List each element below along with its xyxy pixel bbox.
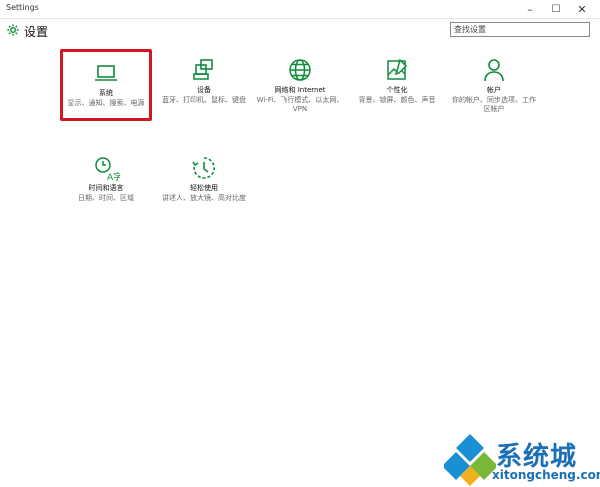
- tile-label: 设备: [197, 86, 211, 94]
- watermark: 系统城 xitongcheng.com: [440, 428, 600, 487]
- globe-icon: [289, 59, 311, 81]
- tile-label: 网络和 Internet: [274, 86, 326, 94]
- tile-network[interactable]: 网络和 Internet Wi-Fi、飞行模式、以太网、VPN: [254, 49, 346, 121]
- laptop-icon: [95, 65, 117, 81]
- tile-ease-of-access[interactable]: 轻松使用 讲述人、放大镜、高对比度: [158, 147, 250, 219]
- time-language-icon: A字: [95, 157, 120, 181]
- page-title: 设置: [24, 25, 49, 39]
- tile-devices[interactable]: 设备 蓝牙、打印机、鼠标、键盘: [158, 49, 250, 121]
- watermark-logo-icon: [444, 434, 496, 486]
- tile-label: 时间和语言: [88, 184, 124, 192]
- tile-description: 你的帐户、同步选项、工作区帐户: [452, 96, 536, 113]
- tile-description: 讲述人、放大镜、高对比度: [162, 194, 246, 202]
- minimize-button[interactable]: –: [517, 0, 543, 18]
- title-bar: Settings – ☐ ✕: [0, 0, 600, 19]
- tile-label: 轻松使用: [190, 184, 218, 192]
- devices-icon: [193, 59, 213, 80]
- svg-text:A字: A字: [107, 171, 120, 181]
- tile-label: 个性化: [386, 86, 408, 94]
- window-title: Settings: [6, 3, 39, 12]
- personalization-icon: [387, 58, 408, 80]
- maximize-button[interactable]: ☐: [543, 0, 569, 18]
- person-icon: [484, 59, 504, 82]
- gear-icon: [7, 24, 19, 36]
- tile-personalization[interactable]: 个性化 背景、锁屏、颜色、声音: [351, 49, 443, 121]
- close-button[interactable]: ✕: [569, 0, 595, 18]
- search-input[interactable]: [454, 23, 574, 36]
- tile-time-language[interactable]: A字 时间和语言 日期、时间、区域: [60, 147, 152, 219]
- tile-description: 显示、通知、搜索、电源: [67, 99, 145, 107]
- tile-description: 日期、时间、区域: [78, 194, 134, 202]
- settings-header: 设置: [0, 19, 600, 43]
- tile-description: Wi-Fi、飞行模式、以太网、VPN: [256, 96, 344, 113]
- tile-description: 蓝牙、打印机、鼠标、键盘: [162, 96, 246, 104]
- tile-accounts[interactable]: 帐户 你的帐户、同步选项、工作区帐户: [448, 49, 540, 121]
- ease-of-access-icon: [192, 157, 215, 179]
- watermark-url: xitongcheng.com: [492, 468, 600, 482]
- search-box[interactable]: [450, 22, 590, 37]
- tile-label: 帐户: [487, 86, 501, 94]
- tile-description: 背景、锁屏、颜色、声音: [358, 96, 436, 104]
- tile-system[interactable]: 系统 显示、通知、搜索、电源: [60, 49, 152, 121]
- tile-label: 系统: [99, 89, 113, 97]
